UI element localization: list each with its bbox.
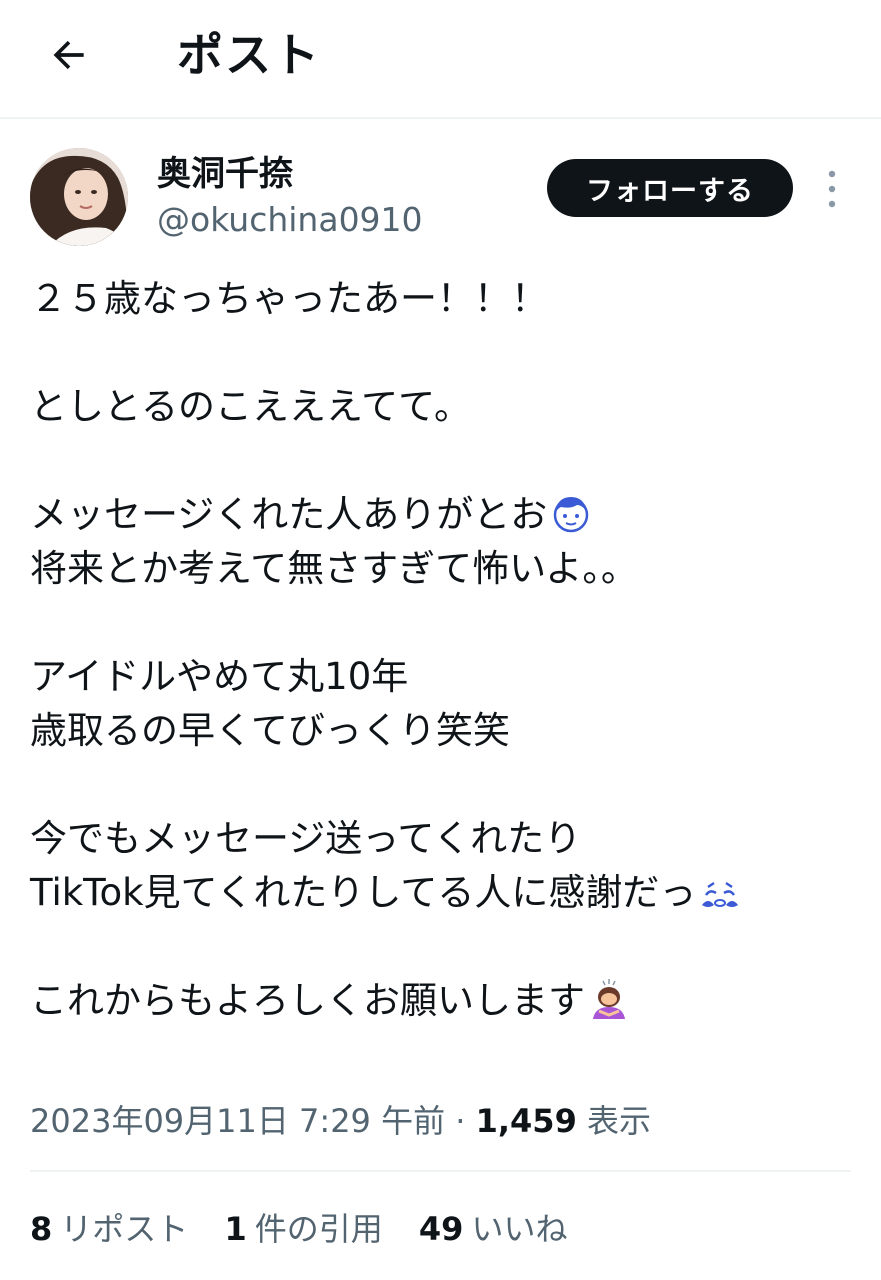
boy-face-emoji bbox=[549, 491, 593, 535]
quotes-label: 件の引用 bbox=[254, 1210, 383, 1248]
meta-separator: · bbox=[455, 1102, 466, 1140]
person-bowing-emoji bbox=[587, 977, 631, 1021]
avatar[interactable] bbox=[30, 148, 128, 246]
tweet-line: 将来とか考えて無さすぎて怖いよ。。 bbox=[30, 547, 638, 590]
author-handle[interactable]: @okuchina0910 bbox=[157, 198, 423, 242]
back-button[interactable] bbox=[38, 24, 100, 86]
likes-label: いいね bbox=[471, 1210, 568, 1248]
tweet-line: メッセージくれた人ありがとお bbox=[30, 488, 870, 542]
tweet-line: としとるのこえええてて。 bbox=[30, 385, 472, 428]
views-count: 1,459 bbox=[475, 1102, 577, 1140]
avatar-photo bbox=[30, 148, 128, 246]
follow-button[interactable]: フォローする bbox=[547, 159, 793, 217]
tweet-line: ２５歳なっちゃったあー！！！ bbox=[30, 277, 548, 320]
page-title: ポスト bbox=[177, 28, 321, 82]
arrow-left-icon bbox=[53, 40, 84, 70]
tweet-line: これからもよろしくお願いします bbox=[30, 974, 870, 1028]
likes-stat[interactable]: 49 いいね bbox=[419, 1206, 568, 1252]
quotes-count: 1 bbox=[224, 1210, 247, 1248]
crying-face-emoji bbox=[698, 869, 742, 913]
tweet-meta: 2023年09月11日 7:29 午前 · 1,459 表示 bbox=[30, 1098, 651, 1144]
divider bbox=[30, 1170, 851, 1172]
engagement-stats: 8 リポスト 1 件の引用 49 いいね bbox=[30, 1206, 593, 1252]
reposts-count: 8 bbox=[30, 1210, 53, 1248]
tweet-line: 今でもメッセージ送ってくれたり bbox=[30, 817, 582, 860]
tweet-text: ２５歳なっちゃったあー！！！ としとるのこえええてて。 メッセージくれた人ありが… bbox=[30, 272, 870, 1028]
views-label: 表示 bbox=[587, 1102, 652, 1140]
timestamp[interactable]: 2023年09月11日 7:29 午前 bbox=[30, 1102, 445, 1140]
top-bar: ポスト bbox=[0, 0, 881, 119]
more-options-button[interactable] bbox=[818, 168, 846, 210]
more-vertical-icon bbox=[828, 170, 836, 208]
quotes-stat[interactable]: 1 件の引用 bbox=[224, 1206, 382, 1252]
tweet-line: アイドルやめて丸10年 bbox=[30, 655, 409, 698]
author-display-name[interactable]: 奥洞千捺 bbox=[157, 152, 293, 196]
reposts-stat[interactable]: 8 リポスト bbox=[30, 1206, 188, 1252]
tweet-line: 歳取るの早くてびっくり笑笑 bbox=[30, 709, 510, 752]
likes-count: 49 bbox=[418, 1210, 464, 1248]
reposts-label: リポスト bbox=[60, 1210, 189, 1248]
tweet-line: TikTok見てくれたりしてる人に感謝だっ bbox=[30, 866, 870, 920]
